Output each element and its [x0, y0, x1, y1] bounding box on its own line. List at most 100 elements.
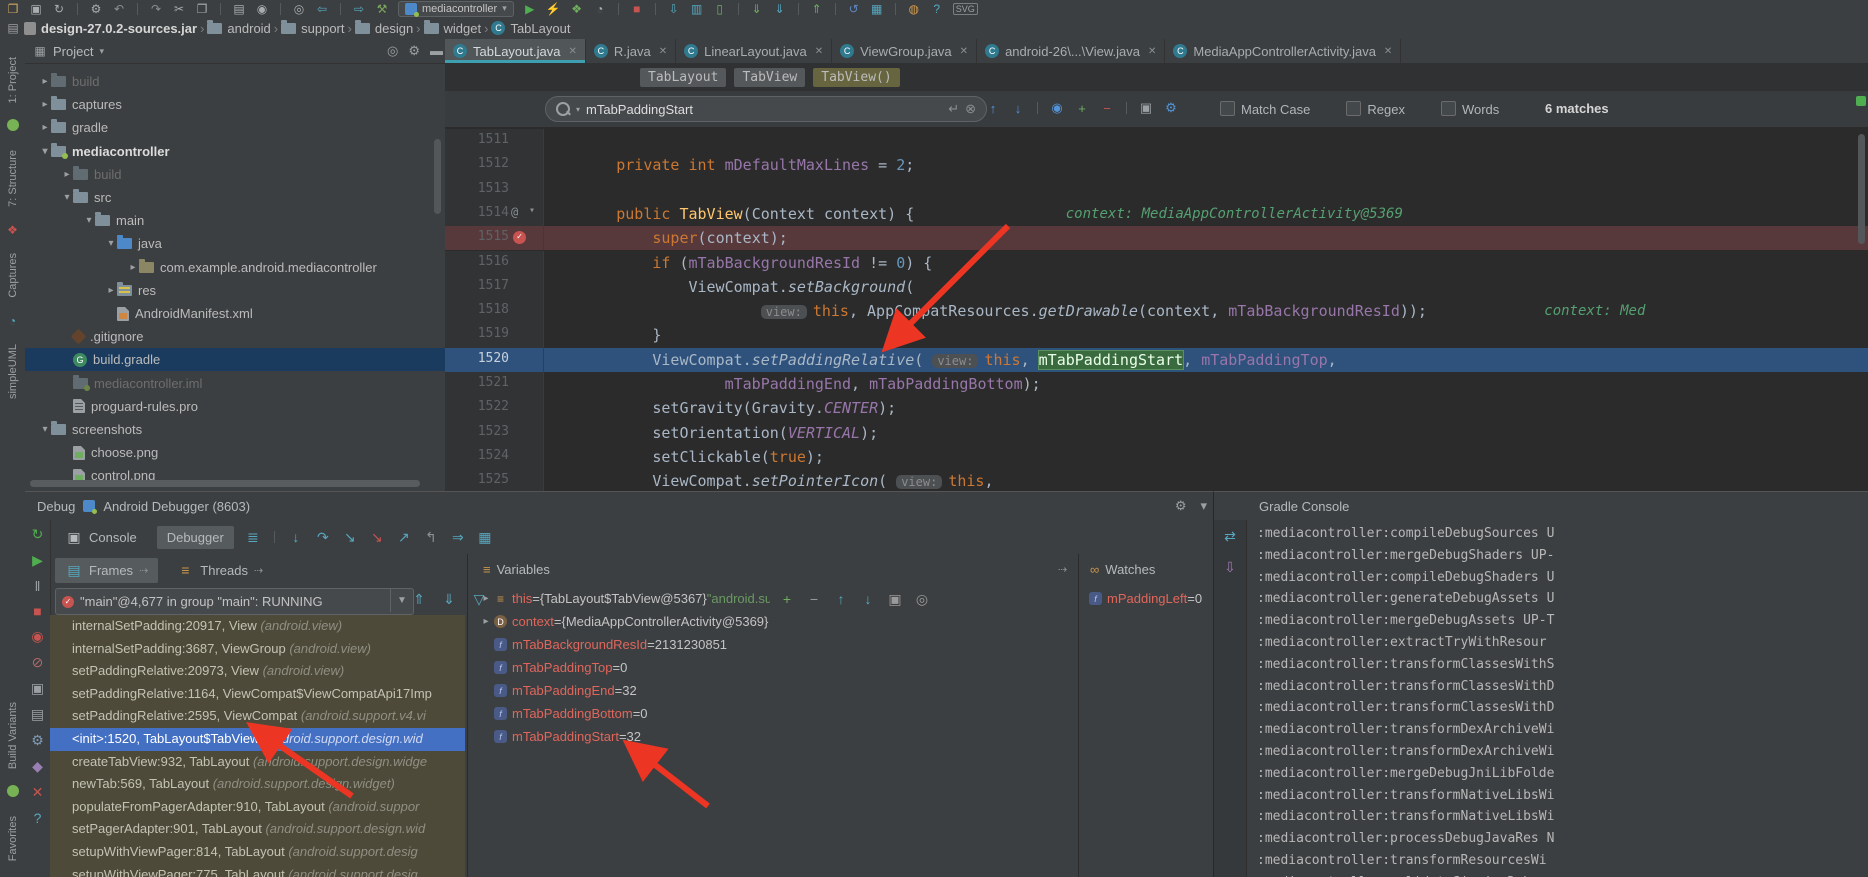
code-text[interactable]: public TabView(Context context) {context…: [544, 202, 1868, 226]
tree-item--gitignore[interactable]: .gitignore: [25, 325, 446, 348]
tree-item-res[interactable]: ▸res: [25, 279, 446, 302]
project-settings-gear-icon[interactable]: ⚙: [408, 43, 420, 59]
nav-menu-icon[interactable]: ▤: [6, 21, 20, 35]
gutter-1520[interactable]: 1520: [445, 348, 544, 372]
gutter-1522[interactable]: 1522: [445, 396, 544, 420]
stripe-tab-build-variants[interactable]: Build Variants: [7, 702, 19, 769]
tree-item-build[interactable]: ▸build: [25, 163, 446, 186]
code-text[interactable]: private int mDefaultMaxLines = 2;: [544, 153, 1868, 177]
gutter-1514[interactable]: 1514@▾: [445, 202, 544, 226]
remove-occurrence-icon[interactable]: −: [1099, 101, 1115, 116]
project-vertical-scrollbar[interactable]: [434, 139, 441, 214]
pause-icon[interactable]: ‖: [29, 578, 47, 594]
gradle-toggle-tasks-icon[interactable]: ⇄: [1221, 528, 1239, 545]
move-up-icon[interactable]: ↑: [832, 591, 850, 607]
tree-item-screenshots[interactable]: ▾screenshots: [25, 418, 446, 441]
view-breakpoints-icon[interactable]: ◉: [29, 628, 47, 645]
locate-file-icon[interactable]: ◎: [387, 43, 398, 59]
code-text[interactable]: ViewCompat.setBackground(: [544, 275, 1868, 299]
project-horizontal-scrollbar[interactable]: [30, 480, 420, 487]
tab-pin-icon[interactable]: ⇢: [254, 564, 263, 577]
attach-debugger-icon[interactable]: ⇩: [667, 2, 681, 16]
tree-item-build-gradle[interactable]: Gbuild.gradle: [25, 348, 446, 371]
debug-help-icon[interactable]: ?: [29, 810, 47, 826]
code-line-1515[interactable]: 1515✓super(context);: [445, 226, 1868, 250]
expand-arrow-icon[interactable]: ▸: [61, 169, 73, 180]
tree-item-mediacontroller[interactable]: ▾mediacontroller: [25, 140, 446, 163]
expand-arrow-icon[interactable]: ▸: [480, 616, 492, 627]
tree-item-src[interactable]: ▾src: [25, 186, 446, 209]
code-text[interactable]: setClickable(true);: [544, 445, 1868, 469]
close-tab-icon[interactable]: ✕: [815, 46, 823, 57]
tree-item-main[interactable]: ▾main: [25, 209, 446, 232]
toggle-match-case[interactable]: Match Case: [1220, 101, 1310, 117]
next-occurrence-icon[interactable]: ↓: [1010, 101, 1026, 116]
resume-icon[interactable]: ▶: [29, 552, 47, 569]
drop-frame-icon[interactable]: ↰: [422, 529, 440, 546]
collapse-arrow-icon[interactable]: ▾: [39, 424, 51, 435]
vcs-commit-icon[interactable]: ⇑: [810, 2, 824, 16]
rerun-icon[interactable]: ↻: [29, 526, 47, 543]
watch-row-mPaddingLeft[interactable]: fmPaddingLeft = 0: [1087, 587, 1232, 610]
stack-frame-row[interactable]: populateFromPagerAdapter:910, TabLayout …: [50, 796, 465, 819]
project-panel-title[interactable]: Project: [53, 44, 93, 59]
gutter-1512[interactable]: 1512: [445, 153, 544, 177]
debug-settings-icon[interactable]: ⚙: [29, 732, 47, 749]
stack-frame-row[interactable]: setPaddingRelative:20973, View (android.…: [50, 660, 465, 683]
redo-icon[interactable]: ↷: [149, 2, 163, 16]
vcs-update-icon[interactable]: ⇓: [773, 2, 787, 16]
collapse-arrow-icon[interactable]: ▾: [83, 215, 95, 226]
add-occurrence-icon[interactable]: +: [1074, 101, 1090, 116]
debug-icon[interactable]: ❖: [570, 2, 584, 16]
tab-mediaappcontrolleractivity-java[interactable]: CMediaAppControllerActivity.java✕: [1165, 39, 1401, 63]
pin-icon[interactable]: ◆: [29, 758, 47, 775]
expand-arrow-icon[interactable]: ▸: [39, 122, 51, 133]
debug-header-hide-icon[interactable]: ▾: [1200, 498, 1207, 514]
add-watch-icon[interactable]: +: [778, 591, 796, 607]
debug-tab-debugger[interactable]: Debugger: [157, 526, 234, 549]
tab-tablayout-java[interactable]: CTabLayout.java✕: [445, 39, 586, 63]
stack-frame-row[interactable]: internalSetPadding:3687, ViewGroup (andr…: [50, 638, 465, 661]
expand-arrow-icon[interactable]: ▸: [480, 593, 492, 604]
variable-row-mTabPaddingEnd[interactable]: fmTabPaddingEnd = 32: [480, 679, 1070, 702]
code-line-1519[interactable]: 1519}: [445, 323, 1868, 347]
move-down-icon[interactable]: ↓: [859, 591, 877, 607]
cut-icon[interactable]: ✂: [172, 2, 186, 16]
tree-item-com-example-android-mediacontroller[interactable]: ▸com.example.android.mediacontroller: [25, 256, 446, 279]
gutter-1515[interactable]: 1515✓: [445, 226, 544, 250]
stack-frame-row[interactable]: setPaddingRelative:1164, ViewCompat$View…: [50, 683, 465, 706]
tree-item-choose-png[interactable]: choose.png: [25, 441, 446, 464]
mute-breakpoints-icon[interactable]: ⊘: [29, 654, 47, 671]
code-line-1518[interactable]: 1518view:this, AppCompatResources.getDra…: [445, 299, 1868, 323]
copy-icon[interactable]: ❐: [195, 2, 209, 16]
debug-tab-console[interactable]: ▣Console: [55, 525, 147, 550]
code-line-1523[interactable]: 1523setOrientation(VERTICAL);: [445, 421, 1868, 445]
code-line-1521[interactable]: 1521mTabPaddingEnd, mTabPaddingBottom);: [445, 372, 1868, 396]
tree-item-proguard-rules-pro[interactable]: proguard-rules.pro: [25, 395, 446, 418]
evaluate-expression-icon[interactable]: ▦: [476, 529, 494, 546]
clear-search-icon[interactable]: ⊗: [965, 101, 976, 117]
replace-icon[interactable]: ◎: [292, 2, 306, 16]
forward-icon[interactable]: ⇨: [352, 2, 366, 16]
sync-icon[interactable]: ↻: [52, 2, 66, 16]
toggle-regex[interactable]: Regex: [1346, 101, 1405, 117]
stack-frame-row[interactable]: setPaddingRelative:2595, ViewCompat (and…: [50, 705, 465, 728]
code-text[interactable]: setOrientation(VERTICAL);: [544, 421, 1868, 445]
code-text[interactable]: super(context);: [544, 226, 1868, 250]
gutter-1513[interactable]: 1513: [445, 178, 544, 202]
collapse-arrow-icon[interactable]: ▾: [39, 146, 51, 157]
editor-scrollbar[interactable]: [1858, 134, 1865, 244]
stripe-tab-project[interactable]: 1: Project: [7, 57, 19, 103]
gutter-1523[interactable]: 1523: [445, 421, 544, 445]
inspection-status-icon[interactable]: [1856, 96, 1866, 106]
view-tab-threads[interactable]: ≡Threads⇢: [166, 558, 273, 582]
expand-arrow-icon[interactable]: ▸: [127, 262, 139, 273]
stack-frame-row[interactable]: setupWithViewPager:775, TabLayout (andro…: [50, 864, 465, 877]
avd-manager-icon[interactable]: ▯: [713, 2, 727, 16]
newline-icon[interactable]: ↵: [948, 101, 959, 117]
code-line-1512[interactable]: 1512private int mDefaultMaxLines = 2;: [445, 153, 1868, 177]
view-options-icon[interactable]: ◎: [913, 591, 931, 608]
expand-arrow-icon[interactable]: ▸: [105, 285, 117, 296]
find-in-selection-icon[interactable]: ◉: [1049, 100, 1065, 116]
gutter-1525[interactable]: 1525: [445, 469, 544, 491]
